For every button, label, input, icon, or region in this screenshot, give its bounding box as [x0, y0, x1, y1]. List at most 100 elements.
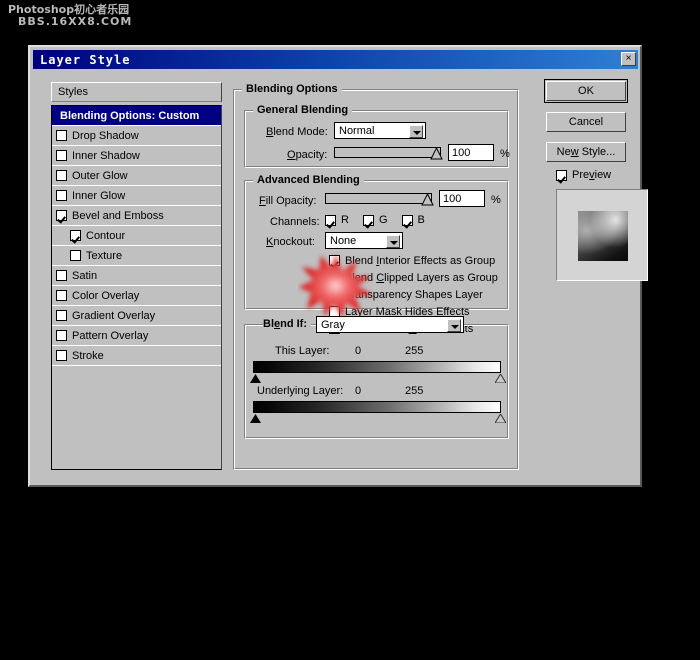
channel-r[interactable]: R — [325, 214, 349, 226]
advanced-blending-option[interactable]: Blend Clipped Layers as Group — [329, 270, 498, 285]
this-layer-white-handle[interactable] — [495, 374, 506, 383]
style-list-item[interactable]: Contour — [52, 226, 221, 246]
style-list-item[interactable]: Pattern Overlay — [52, 326, 221, 346]
style-item-checkbox[interactable] — [56, 270, 67, 281]
style-item-checkbox[interactable] — [56, 350, 67, 361]
underlying-layer-label: Underlying Layer: — [257, 385, 344, 397]
style-list-item[interactable]: Texture — [52, 246, 221, 266]
style-list-item[interactable]: Inner Shadow — [52, 146, 221, 166]
advanced-blending-checkbox[interactable] — [329, 272, 340, 283]
blend-if-group: Blend If: Gray This Layer: 0 255 Underly… — [244, 316, 509, 439]
preview-thumbnail-image — [578, 211, 628, 261]
blend-mode-value: Normal — [339, 124, 375, 137]
style-item-checkbox[interactable] — [56, 290, 67, 301]
blending-options-group: Blending Options General Blending Blend … — [233, 83, 519, 470]
general-blending-group: General Blending Blend Mode: Normal Opac… — [244, 104, 510, 168]
style-item-label: Outer Glow — [72, 169, 128, 182]
style-item-checkbox[interactable] — [56, 190, 67, 201]
style-item-label: Pattern Overlay — [72, 329, 149, 342]
channel-checkbox[interactable] — [401, 214, 413, 226]
channel-label: R — [341, 214, 349, 226]
style-list-item[interactable]: Color Overlay — [52, 286, 221, 306]
close-icon[interactable]: × — [621, 52, 636, 66]
style-item-label: Blending Options: Custom — [60, 109, 200, 122]
style-item-checkbox[interactable] — [70, 230, 81, 241]
opacity-input[interactable]: 100 — [448, 144, 494, 161]
fill-opacity-label: Fill Opacity: — [259, 195, 317, 207]
style-item-checkbox[interactable] — [56, 310, 67, 321]
style-list-item[interactable]: Inner Glow — [52, 186, 221, 206]
styles-list[interactable]: Blending Options: Custom Drop Shadow Inner… — [51, 105, 222, 470]
advanced-blending-option[interactable]: Blend Interior Effects as Group — [329, 253, 498, 268]
fill-opacity-unit: % — [491, 194, 501, 206]
advanced-blending-checkbox[interactable] — [329, 255, 340, 266]
underlying-layer-max: 255 — [405, 385, 424, 397]
style-item-label: Color Overlay — [72, 289, 140, 302]
channel-b[interactable]: B — [401, 214, 425, 226]
watermark-line2: BBS.16XX8.COM — [18, 15, 133, 28]
ok-button[interactable]: OK — [544, 79, 628, 103]
styles-header: Styles — [51, 82, 222, 102]
chevron-down-icon[interactable] — [447, 319, 461, 332]
underlying-layer-white-handle[interactable] — [495, 414, 506, 423]
preview-checkbox-row[interactable]: Preview — [556, 169, 611, 181]
style-list-item[interactable]: Drop Shadow — [52, 126, 221, 146]
chevron-down-icon[interactable] — [409, 125, 423, 138]
preview-checkbox[interactable] — [556, 169, 567, 181]
new-style-button-label: New Style... — [556, 146, 616, 158]
channel-checkbox[interactable] — [325, 214, 336, 226]
blend-if-select[interactable]: Gray — [316, 316, 464, 333]
channel-checkbox[interactable] — [362, 214, 374, 226]
style-item-label: Satin — [72, 269, 98, 282]
fill-opacity-slider[interactable] — [325, 193, 434, 206]
advanced-blending-checkbox[interactable] — [329, 289, 340, 300]
dialog-titlebar[interactable]: Layer Style × — [33, 50, 638, 69]
styles-panel: Styles Blending Options: Custom Drop Shad… — [51, 82, 222, 470]
opacity-unit: % — [500, 148, 510, 160]
advanced-blending-option[interactable]: Transparency Shapes Layer — [329, 287, 498, 302]
style-item-label: Inner Shadow — [72, 149, 140, 162]
style-item-label: Texture — [86, 249, 123, 262]
style-list-item[interactable]: Outer Glow — [52, 166, 221, 186]
style-list-item[interactable]: Gradient Overlay — [52, 306, 221, 326]
style-list-item[interactable]: Satin — [52, 266, 221, 286]
style-item-checkbox[interactable] — [56, 210, 67, 221]
knockout-select[interactable]: None — [325, 232, 403, 249]
new-style-button[interactable]: New Style... — [546, 142, 626, 162]
opacity-slider-thumb[interactable] — [430, 147, 443, 160]
style-item-checkbox[interactable] — [56, 150, 67, 161]
opacity-label: Opacity: — [287, 149, 328, 161]
advanced-blending-label: Blend Clipped Layers as Group — [345, 271, 498, 284]
channel-g[interactable]: G — [362, 214, 388, 226]
underlying-layer-black-handle[interactable] — [250, 414, 261, 423]
cancel-button[interactable]: Cancel — [546, 112, 626, 132]
blend-mode-select[interactable]: Normal — [334, 122, 426, 139]
style-item-checkbox[interactable] — [56, 170, 67, 181]
layer-style-dialog: Layer Style × Styles Blending Options: C… — [28, 45, 648, 487]
chevron-down-icon[interactable] — [386, 235, 400, 248]
this-layer-gradient-bar[interactable] — [253, 361, 501, 373]
style-item-checkbox[interactable] — [56, 330, 67, 341]
channel-label: G — [378, 214, 388, 226]
preview-thumbnail-frame — [556, 189, 648, 281]
fill-opacity-slider-thumb[interactable] — [421, 193, 434, 206]
style-item-label: Inner Glow — [72, 189, 126, 202]
style-list-item[interactable]: Blending Options: Custom — [52, 106, 221, 126]
channel-label: B — [417, 214, 425, 226]
advanced-blending-group: Advanced Blending Fill Opacity: 100 % Ch… — [244, 174, 509, 335]
style-list-item[interactable]: Bevel and Emboss — [52, 206, 221, 226]
blend-mode-label: Blend Mode: — [266, 126, 328, 138]
opacity-slider[interactable] — [334, 147, 443, 160]
knockout-value: None — [330, 234, 357, 247]
style-item-checkbox[interactable] — [56, 130, 67, 141]
fill-opacity-input[interactable]: 100 — [439, 190, 485, 207]
this-layer-label: This Layer: — [275, 345, 330, 357]
preview-label: Preview — [572, 169, 612, 181]
watermark: Photoshop初心者乐园 BBS.16XX8.COM — [8, 4, 158, 28]
style-item-label: Drop Shadow — [72, 129, 139, 142]
style-list-item[interactable]: Stroke — [52, 346, 221, 366]
this-layer-black-handle[interactable] — [250, 374, 261, 383]
underlying-layer-gradient-bar[interactable] — [253, 401, 501, 413]
screenshot-root: Photoshop初心者乐园 BBS.16XX8.COM Layer Style… — [0, 0, 700, 660]
style-item-checkbox[interactable] — [70, 250, 81, 261]
